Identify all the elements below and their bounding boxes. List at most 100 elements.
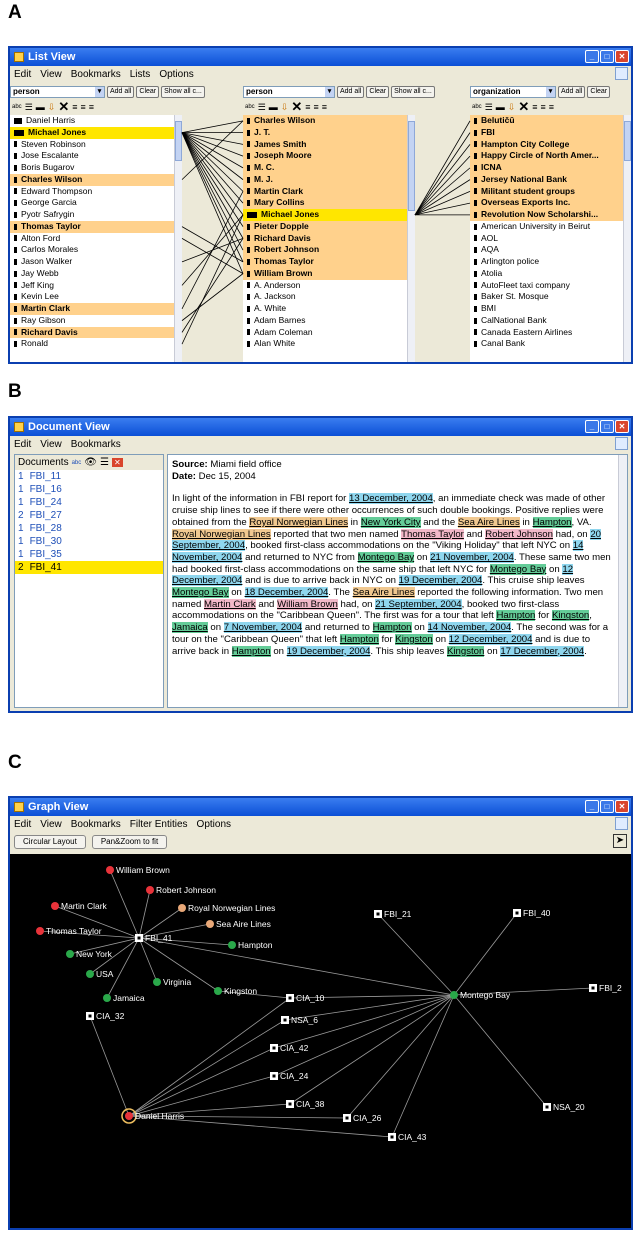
list-item[interactable]: Baker St. Mosque: [470, 291, 623, 303]
help-icon[interactable]: [615, 67, 628, 80]
person-entity[interactable]: William Brown: [277, 598, 338, 610]
list-item[interactable]: George Garcia: [10, 197, 174, 209]
close-button[interactable]: ✕: [615, 800, 629, 813]
organization-entity[interactable]: Sea Aire Lines: [352, 587, 415, 599]
list-item[interactable]: ICNA: [470, 162, 623, 174]
add-all-button-2[interactable]: Add all: [337, 85, 365, 98]
menu-bookmarks[interactable]: Bookmarks: [71, 439, 121, 450]
date-entity[interactable]: 21 November, 2004: [430, 551, 514, 563]
align-left-icon[interactable]: ≡: [72, 102, 77, 112]
graph-node-dh[interactable]: Daniel Harris: [121, 1108, 184, 1124]
list-item[interactable]: Martin Clark: [243, 185, 407, 198]
list-item[interactable]: Carlos Morales: [10, 244, 174, 256]
list-item[interactable]: Pieter Dopple: [243, 220, 407, 233]
align-center-icon[interactable]: ≡: [540, 102, 545, 112]
sort-freq-icon[interactable]: ▬: [269, 102, 278, 112]
list-item[interactable]: Overseas Exports Inc.: [470, 197, 623, 209]
list-item[interactable]: Canal Bank: [470, 338, 623, 350]
menu-edit[interactable]: Edit: [14, 439, 31, 450]
date-entity[interactable]: 17 December, 2004: [500, 645, 585, 657]
graph-node-c10[interactable]: CIA_10: [286, 993, 325, 1003]
list-item[interactable]: Martin Clark: [10, 303, 174, 315]
menu-view[interactable]: View: [40, 69, 62, 80]
list-item[interactable]: Jason Walker: [10, 256, 174, 268]
date-entity[interactable]: 7 November, 2004: [223, 622, 303, 634]
document-list-item[interactable]: 1 FBI_35: [15, 548, 163, 561]
date-entity[interactable]: 21 September, 2004: [375, 598, 462, 610]
align-center-icon[interactable]: ≡: [80, 102, 85, 112]
graph-node-c42[interactable]: CIA_42: [270, 1043, 309, 1053]
circular-layout-button[interactable]: Circular Layout: [14, 835, 86, 849]
list-item[interactable]: Daniel Harris: [10, 115, 174, 127]
menu-edit[interactable]: Edit: [14, 69, 31, 80]
list-item[interactable]: CalNational Bank: [470, 315, 623, 327]
place-entity[interactable]: Montego Bay: [357, 551, 415, 563]
graph-node-ny[interactable]: New York: [66, 949, 113, 959]
graph-node-rnl[interactable]: Royal Norwegian Lines: [178, 903, 275, 913]
document-list-item[interactable]: 1 FBI_16: [15, 483, 163, 496]
date-entity[interactable]: 13 December, 2004: [349, 493, 433, 505]
list-item[interactable]: A. Jackson: [243, 291, 407, 303]
list-item[interactable]: AOL: [470, 233, 623, 245]
graph-node-wb[interactable]: William Brown: [106, 865, 170, 875]
show-all-button-2[interactable]: Show all c...: [391, 85, 435, 98]
list-item[interactable]: Belutičū: [470, 115, 623, 127]
graph-node-sal[interactable]: Sea Aire Lines: [206, 919, 271, 929]
sort-alpha-icon[interactable]: abc: [245, 104, 255, 110]
graph-node-c38[interactable]: CIA_38: [286, 1099, 325, 1109]
list-item[interactable]: Joseph Moore: [243, 150, 407, 162]
list-item[interactable]: Hampton City College: [470, 138, 623, 151]
maximize-button[interactable]: □: [600, 800, 614, 813]
entity-type-select-2[interactable]: person ▾: [243, 85, 335, 98]
list-scrollbar-2[interactable]: [407, 115, 415, 362]
list-item[interactable]: Jay Webb: [10, 268, 174, 280]
minimize-button[interactable]: _: [585, 800, 599, 813]
place-entity[interactable]: Kingston: [447, 645, 485, 657]
graph-node-c26[interactable]: CIA_26: [343, 1113, 382, 1123]
help-icon[interactable]: [615, 437, 628, 450]
menu-view[interactable]: View: [40, 439, 62, 450]
place-entity[interactable]: Hampton: [532, 516, 572, 528]
place-entity[interactable]: Hampton: [231, 645, 271, 657]
list-scrollbar-1[interactable]: [174, 115, 182, 362]
list-item[interactable]: Thomas Taylor: [10, 220, 174, 233]
graph-node-f2[interactable]: FBI_2: [589, 983, 622, 993]
list-item[interactable]: Mary Collins: [243, 197, 407, 209]
list-item[interactable]: Michael Jones: [10, 126, 174, 139]
sort-freq-icon[interactable]: ▬: [36, 102, 45, 112]
list-scrollbar-3[interactable]: [623, 115, 631, 362]
list-item[interactable]: Jersey National Bank: [470, 173, 623, 186]
place-entity[interactable]: Hampton: [372, 622, 412, 634]
delete-icon[interactable]: ✕: [518, 99, 529, 115]
person-entity[interactable]: Martin Clark: [204, 598, 256, 610]
pointer-icon[interactable]: ➤: [613, 834, 627, 848]
menu-lists[interactable]: Lists: [130, 69, 151, 80]
add-all-button-1[interactable]: Add all: [107, 85, 135, 98]
place-entity[interactable]: Jamaica: [172, 622, 208, 634]
list-item[interactable]: Kevin Lee: [10, 291, 174, 303]
list-view-titlebar[interactable]: List View _ □ ✕: [10, 48, 631, 66]
list-item[interactable]: Revolution Now Scholarshi...: [470, 209, 623, 221]
graph-node-f21[interactable]: FBI_21: [374, 909, 412, 919]
place-entity[interactable]: Kingston: [395, 633, 433, 645]
list-item[interactable]: Ronald: [10, 338, 174, 350]
list-item[interactable]: William Brown: [243, 267, 407, 280]
organization-entity[interactable]: Royal Norwegian Lines: [172, 528, 271, 540]
list-item[interactable]: Canada Eastern Airlines: [470, 327, 623, 339]
menu-bookmarks[interactable]: Bookmarks: [71, 69, 121, 80]
menu-edit[interactable]: Edit: [14, 819, 31, 830]
list-item[interactable]: Robert Johnson: [243, 244, 407, 256]
graph-node-mc[interactable]: Martin Clark: [51, 901, 108, 911]
list-item[interactable]: J. T.: [243, 126, 407, 139]
minimize-button[interactable]: _: [585, 420, 599, 433]
place-entity[interactable]: Montego Bay: [172, 587, 229, 599]
list-item[interactable]: Jeff King: [10, 280, 174, 292]
graph-node-tt[interactable]: Thomas Taylor: [36, 926, 102, 936]
list-item[interactable]: Boris Bugarov: [10, 162, 174, 174]
graph-node-f40[interactable]: FBI_40: [513, 908, 551, 918]
graph-node-vir[interactable]: Virginia: [153, 977, 191, 987]
align-left-icon[interactable]: ≡: [532, 102, 537, 112]
graph-node-usa[interactable]: USA: [86, 969, 114, 979]
menu-options[interactable]: Options: [197, 819, 231, 830]
document-list-item[interactable]: 1 FBI_11: [15, 470, 163, 483]
